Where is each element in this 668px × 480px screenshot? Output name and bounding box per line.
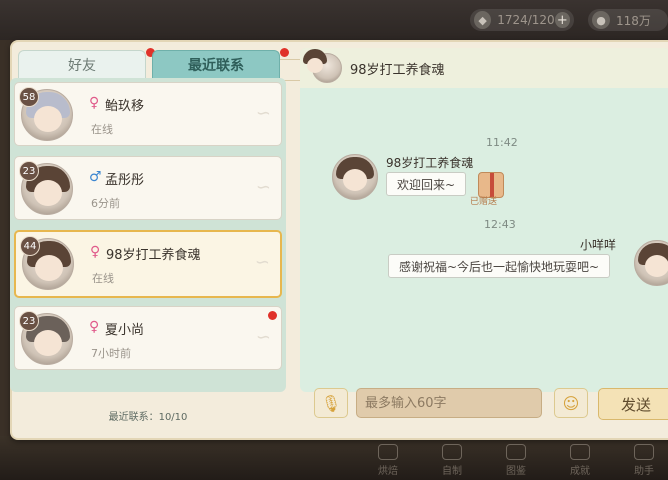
female-icon: ♀: [90, 244, 101, 260]
codex-icon: [506, 443, 526, 460]
stamina-counter: ◆ 1724/120 +: [470, 9, 574, 31]
friend-tabs: 好友 最近联系: [14, 48, 294, 78]
bottom-navigation: 烘焙 自制 图鉴 成就 助手: [356, 440, 668, 480]
nav-label: 助手: [634, 465, 654, 477]
stamina-value: 1724/120: [497, 13, 555, 27]
swirl-decoration-icon: ∽: [255, 327, 271, 348]
friend-name: 夏小尚: [105, 323, 145, 338]
friend-card[interactable]: 23 ♂ 孟彤彤 6分前 ∽: [14, 156, 282, 220]
message-bubble: 感谢祝福~今后也一起愉快地玩耍吧~: [388, 254, 611, 278]
level-badge: 44: [20, 236, 40, 256]
friend-name: 98岁打工养食魂: [106, 248, 201, 263]
male-icon: ♂: [89, 169, 102, 185]
female-icon: ♀: [89, 319, 100, 335]
message-timestamp: 12:43: [484, 218, 516, 231]
level-badge: 23: [19, 311, 39, 331]
bake-icon: [378, 443, 398, 460]
friend-notification-dot: [268, 311, 277, 320]
achievement-icon: [570, 443, 590, 460]
friend-status: 7小时前: [91, 347, 131, 360]
chat-partner-name: 98岁打工养食魂: [350, 62, 445, 78]
nav-item-achievements[interactable]: 成就: [548, 440, 612, 480]
swirl-decoration-icon: ∽: [255, 103, 271, 124]
message-text: 欢迎回来~: [397, 177, 456, 192]
message-sender-name: 98岁打工养食魂: [386, 156, 474, 170]
friend-name: 鲐玖移: [105, 99, 145, 114]
swirl-decoration-icon: ∽: [255, 177, 271, 198]
message-sender-name: 小咩咩: [580, 238, 617, 252]
nav-label: 成就: [570, 465, 590, 477]
female-icon: ♀: [89, 95, 100, 111]
nav-item-bake[interactable]: 烘焙: [356, 440, 420, 480]
tab-recent-label: 最近联系: [188, 57, 244, 74]
game-screen: ◆ 1724/120 + ● 118万 好友 好友 最近联系 58 ♀ 鲐玖移 …: [0, 0, 668, 480]
tab-friends-label: 好友: [68, 57, 96, 74]
message-timestamp: 11:42: [486, 136, 518, 149]
craft-icon: [442, 443, 462, 460]
gold-counter: ● 118万: [588, 9, 668, 31]
assistant-icon: [634, 443, 654, 460]
message-bubble: 欢迎回来~: [386, 172, 467, 196]
tab-recent-notification-dot: [280, 48, 289, 57]
friend-name: 孟彤彤: [105, 173, 145, 188]
nav-label: 自制: [442, 465, 462, 477]
sender-avatar[interactable]: [332, 154, 378, 200]
crystal-icon: ◆: [474, 11, 492, 29]
friend-status: 在线: [92, 272, 114, 285]
nav-item-assistant[interactable]: 助手: [612, 440, 668, 480]
microphone-icon[interactable]: 🎙: [314, 388, 348, 418]
message-text: 感谢祝福~今后也一起愉快地玩耍吧~: [399, 259, 600, 274]
add-stamina-button[interactable]: +: [554, 12, 570, 28]
emoji-icon[interactable]: ☺: [554, 388, 588, 418]
recent-contacts-count: 最近联系：10/10: [108, 412, 188, 423]
nav-label: 图鉴: [506, 465, 526, 477]
nav-item-codex[interactable]: 图鉴: [484, 440, 548, 480]
level-badge: 23: [19, 161, 39, 181]
chat-partner-avatar: [303, 49, 342, 83]
nav-label: 烘焙: [378, 465, 398, 477]
send-button-label: 发送: [621, 395, 652, 414]
coin-icon: ●: [592, 11, 610, 29]
chat-input[interactable]: [356, 388, 542, 418]
chat-input-row: 🎙 ☺ 发送: [300, 382, 668, 422]
gift-status-label: 已赠送: [470, 197, 498, 207]
tab-recent-contacts[interactable]: 最近联系: [152, 50, 280, 78]
tab-friends[interactable]: 好友: [18, 50, 146, 78]
chat-header: 98岁打工养食魂: [300, 48, 668, 88]
nav-item-craft[interactable]: 自制: [420, 440, 484, 480]
friend-card[interactable]: 23 ♀ 夏小尚 7小时前 ∽: [14, 306, 282, 370]
friend-status: 6分前: [91, 197, 120, 210]
gold-value: 118万: [616, 13, 651, 28]
friend-card[interactable]: 58 ♀ 鲐玖移 在线 ∽: [14, 82, 282, 146]
friend-status: 在线: [91, 123, 113, 136]
level-badge: 58: [19, 87, 39, 107]
friend-card-selected[interactable]: 44 ♀ 98岁打工养食魂 在线 ∽: [14, 230, 282, 298]
send-button[interactable]: 发送: [598, 388, 668, 420]
swirl-decoration-icon: ∽: [254, 252, 270, 273]
